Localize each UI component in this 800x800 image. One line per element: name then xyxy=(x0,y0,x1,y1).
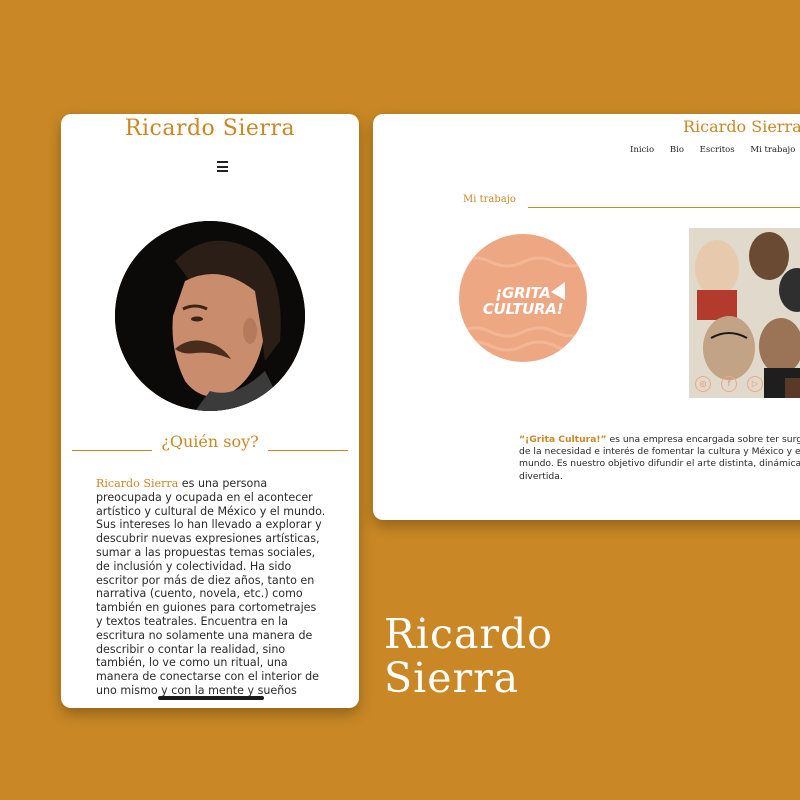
project-description: “¡Grita Cultura!” es una empresa encarga… xyxy=(519,434,800,483)
grita-cultura-logo[interactable]: ¡GRITA CULTURA! xyxy=(459,234,587,362)
main-nav: Inicio Bio Escritos Mi trabajo xyxy=(630,145,800,155)
logo-text-line-2: CULTURA! xyxy=(482,300,564,318)
section-heading: ¿Quién soy? xyxy=(161,432,259,451)
bio-text: es una persona preocupada y ocupada en e… xyxy=(96,477,326,697)
mobile-mockup: Ricardo Sierra ¿Quién soy? Ricardo Sierr… xyxy=(61,114,359,708)
brand-label-line-2: Sierra xyxy=(384,654,520,702)
site-title[interactable]: Ricardo Sierra xyxy=(61,116,359,141)
bio-name: Ricardo Sierra xyxy=(96,477,179,490)
home-indicator xyxy=(158,696,264,700)
nav-item-mi-trabajo[interactable]: Mi trabajo xyxy=(750,145,795,155)
hamburger-icon[interactable] xyxy=(217,161,228,172)
site-title[interactable]: Ricardo Sierra xyxy=(683,117,800,136)
nav-item-bio[interactable]: Bio xyxy=(670,145,684,155)
instagram-icon[interactable]: ◎ xyxy=(695,376,711,392)
section-label: Mi trabajo xyxy=(463,194,516,205)
artists-collage-image xyxy=(689,228,800,398)
divider xyxy=(268,450,348,451)
desktop-mockup: Ricardo Sierra Inicio Bio Escritos Mi tr… xyxy=(373,114,800,520)
brand-label-line-1: Ricardo xyxy=(384,610,553,658)
divider xyxy=(528,207,800,208)
bio-paragraph: Ricardo Sierra es una persona preocupada… xyxy=(96,477,326,698)
brand-label: Ricardo Sierra xyxy=(384,612,553,700)
project-name: “¡Grita Cultura!” xyxy=(519,434,607,445)
facebook-icon[interactable]: f xyxy=(721,376,737,392)
nav-item-inicio[interactable]: Inicio xyxy=(630,145,654,155)
youtube-icon[interactable]: ▷ xyxy=(747,376,763,392)
nav-item-escritos[interactable]: Escritos xyxy=(700,145,735,155)
who-am-i-heading: ¿Quién soy? xyxy=(72,432,348,454)
profile-photo xyxy=(115,221,305,411)
